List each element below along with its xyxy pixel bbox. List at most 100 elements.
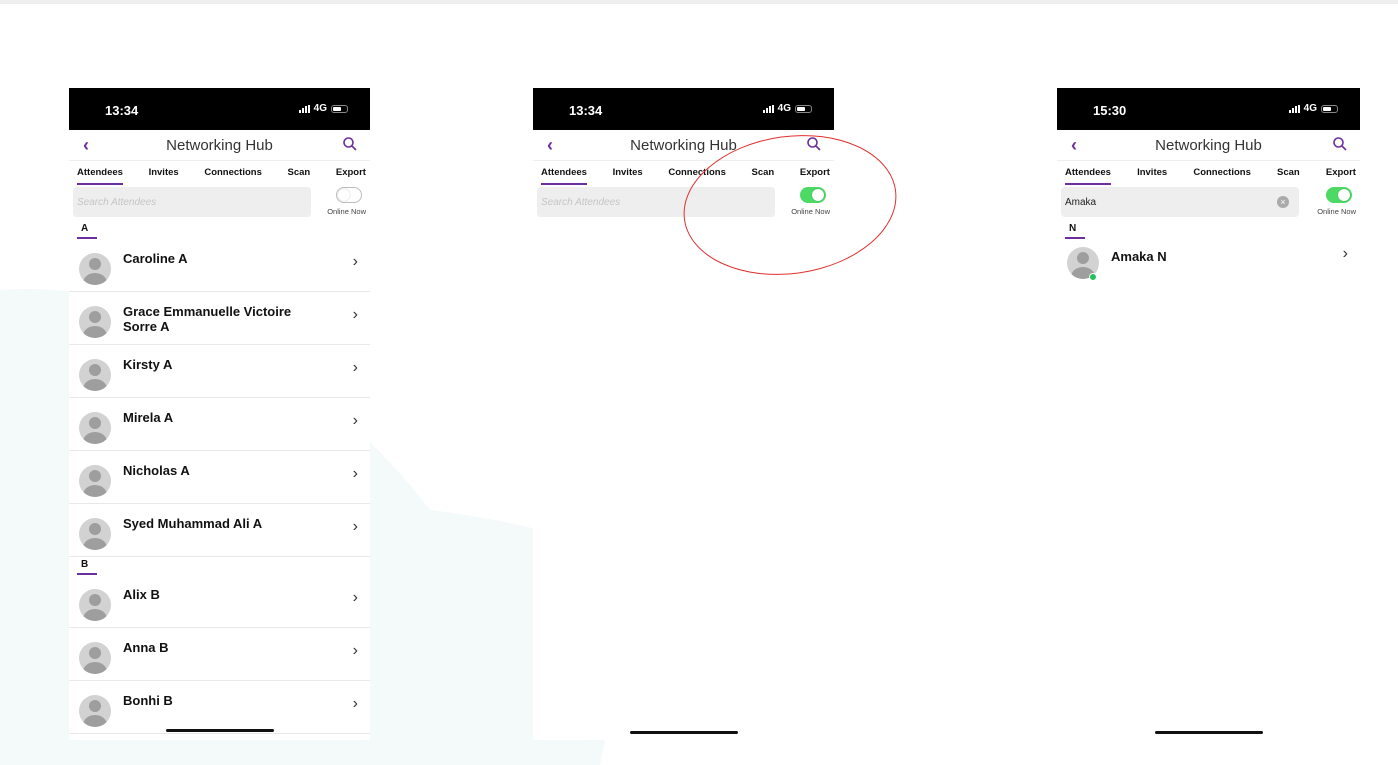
search-icon[interactable]: [342, 136, 358, 152]
battery-icon: [1321, 104, 1338, 113]
tab-attendees[interactable]: Attendees: [77, 161, 123, 187]
list-item[interactable]: Grace Emmanuelle Victoire Sorre A ›: [69, 292, 370, 345]
attendee-name: Grace Emmanuelle Victoire Sorre A: [123, 304, 292, 334]
signal-icon: [298, 104, 310, 113]
tab-invites[interactable]: Invites: [149, 161, 179, 187]
status-bar: 13:34 4G: [533, 88, 834, 130]
avatar: [79, 695, 111, 727]
phone-screen-3: 15:30 4G ‹ Networking Hub Attendees Invi…: [1057, 88, 1360, 740]
tab-scan[interactable]: Scan: [1277, 161, 1300, 187]
attendee-name: Anna B: [123, 640, 169, 655]
online-now-label: Online Now: [791, 207, 830, 216]
avatar: [79, 465, 111, 497]
toggle-knob: [338, 189, 350, 201]
list-item[interactable]: Amaka N ›: [1057, 239, 1360, 291]
list-item[interactable]: Anna B ›: [69, 628, 370, 681]
network-label: 4G: [1303, 103, 1317, 114]
avatar: [79, 306, 111, 338]
avatar: [79, 589, 111, 621]
toggle-knob: [1338, 189, 1350, 201]
avatar: [79, 412, 111, 444]
status-time: 13:34: [105, 103, 139, 118]
attendee-name: Syed Muhammad Ali A: [123, 516, 263, 531]
tab-invites[interactable]: Invites: [1137, 161, 1167, 187]
online-now-toggle[interactable]: [336, 187, 362, 203]
clear-search-icon[interactable]: ×: [1277, 196, 1289, 208]
tab-export[interactable]: Export: [336, 161, 366, 187]
chevron-right-icon: ›: [352, 412, 358, 429]
list-item[interactable]: Mirela A ›: [69, 398, 370, 451]
attendee-name: Amaka N: [1111, 249, 1167, 264]
signal-icon: [1288, 104, 1300, 113]
tab-connections[interactable]: Connections: [1193, 161, 1251, 187]
chevron-right-icon: ›: [1342, 245, 1348, 262]
home-indicator: [630, 731, 738, 734]
chevron-right-icon: ›: [352, 642, 358, 659]
online-now-label: Online Now: [1317, 207, 1356, 216]
list-item[interactable]: Caroline A ›: [69, 239, 370, 292]
network-label: 4G: [777, 103, 791, 114]
tab-connections[interactable]: Connections: [204, 161, 262, 187]
attendee-name: Alix B: [123, 587, 160, 602]
tab-invites[interactable]: Invites: [613, 161, 643, 187]
status-indicators: 4G: [1288, 103, 1338, 114]
status-indicators: 4G: [298, 103, 348, 114]
tab-attendees[interactable]: Attendees: [541, 161, 587, 187]
page-title: Networking Hub: [630, 137, 737, 154]
attendee-name: Mirela A: [123, 410, 174, 425]
tab-export[interactable]: Export: [800, 161, 830, 187]
tab-export[interactable]: Export: [1326, 161, 1356, 187]
search-input[interactable]: [537, 187, 775, 217]
online-now-label: Online Now: [327, 207, 366, 216]
avatar: [79, 359, 111, 391]
page-title: Networking Hub: [166, 137, 273, 154]
chevron-right-icon: ›: [352, 465, 358, 482]
attendee-name: Nicholas A: [123, 463, 190, 478]
tab-bar: Attendees Invites Connections Scan Expor…: [69, 161, 370, 187]
nav-bar: ‹ Networking Hub: [69, 130, 370, 161]
online-now-toggle[interactable]: [800, 187, 826, 203]
attendee-name: Caroline A: [123, 251, 188, 266]
search-input[interactable]: [1061, 187, 1299, 217]
tab-scan[interactable]: Scan: [288, 161, 311, 187]
avatar: [79, 518, 111, 550]
nav-bar: ‹ Networking Hub: [1057, 130, 1360, 161]
list-item[interactable]: Nicholas A ›: [69, 451, 370, 504]
search-input[interactable]: [73, 187, 311, 217]
list-item[interactable]: Kirsty A ›: [69, 345, 370, 398]
tab-attendees[interactable]: Attendees: [1065, 161, 1111, 187]
status-bar: 15:30 4G: [1057, 88, 1360, 130]
chevron-right-icon: ›: [352, 359, 358, 376]
avatar: [79, 253, 111, 285]
search-row: Online Now: [69, 187, 370, 223]
home-indicator: [166, 729, 274, 732]
tab-bar: Attendees Invites Connections Scan Expor…: [1057, 161, 1360, 187]
list-item[interactable]: Syed Muhammad Ali A ›: [69, 504, 370, 557]
status-bar: 13:34 4G: [69, 88, 370, 130]
list-item[interactable]: Alix B ›: [69, 575, 370, 628]
status-time: 13:34: [569, 103, 603, 118]
signal-icon: [762, 104, 774, 113]
search-icon[interactable]: [806, 136, 822, 152]
chevron-right-icon: ›: [352, 253, 358, 270]
status-time: 15:30: [1093, 103, 1127, 118]
search-row: Online Now: [533, 187, 834, 223]
page-title: Networking Hub: [1155, 137, 1262, 154]
network-label: 4G: [313, 103, 327, 114]
home-indicator: [1155, 731, 1263, 734]
nav-bar: ‹ Networking Hub: [533, 130, 834, 161]
section-header-a: A: [69, 223, 370, 239]
toggle-knob: [812, 189, 824, 201]
tab-scan[interactable]: Scan: [752, 161, 775, 187]
attendee-name: Kirsty A: [123, 357, 173, 372]
battery-icon: [331, 104, 348, 113]
section-header-b: B: [69, 559, 370, 575]
phone-screen-2: 13:34 4G ‹ Networking Hub Attendees Invi…: [533, 88, 834, 740]
online-now-toggle[interactable]: [1326, 187, 1352, 203]
chevron-right-icon: ›: [352, 306, 358, 323]
tab-connections[interactable]: Connections: [668, 161, 726, 187]
tab-bar: Attendees Invites Connections Scan Expor…: [533, 161, 834, 187]
list-item[interactable]: Bonhi B ›: [69, 681, 370, 734]
online-status-dot: [1089, 273, 1097, 281]
search-icon[interactable]: [1332, 136, 1348, 152]
